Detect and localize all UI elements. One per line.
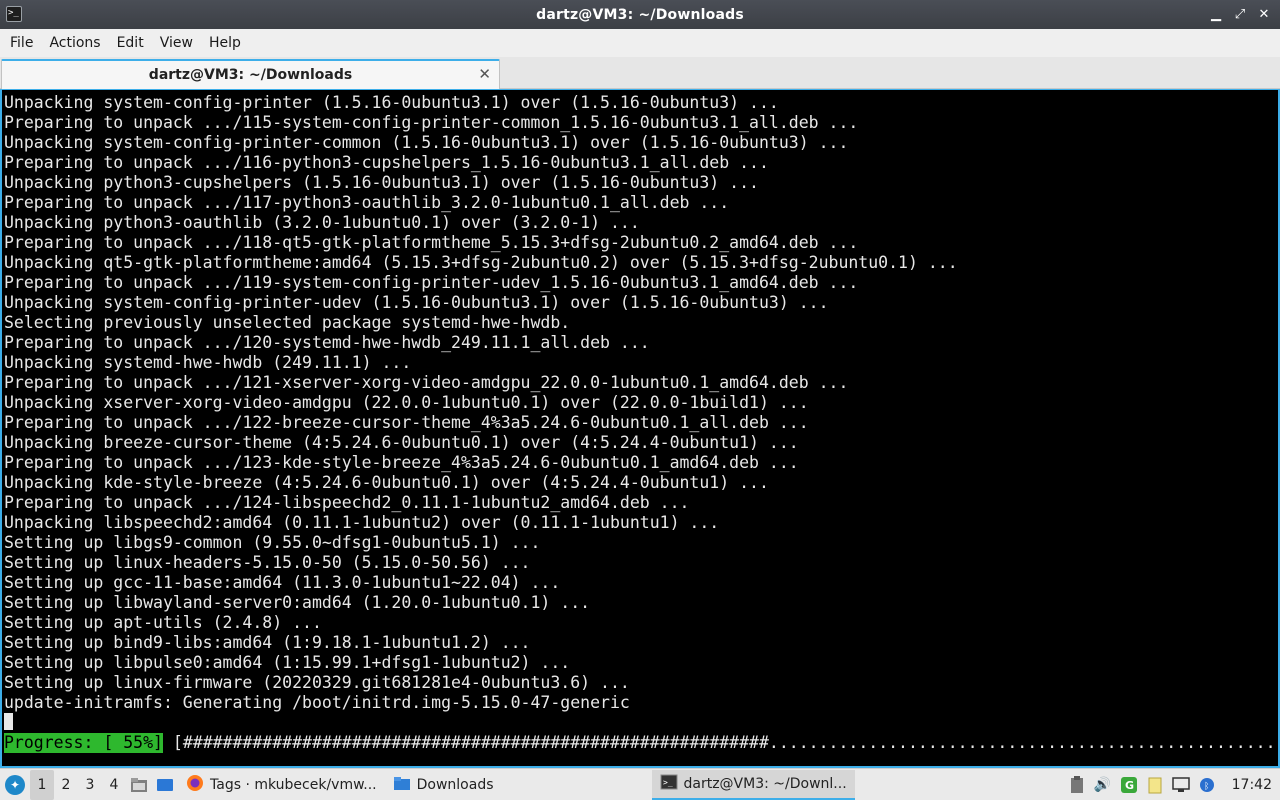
menu-edit[interactable]: Edit: [109, 35, 152, 51]
terminal-line: Setting up bind9-libs:amd64 (1:9.18.1-1u…: [4, 633, 531, 652]
svg-text:>_: >_: [663, 778, 673, 787]
terminal-line: Unpacking systemd-hwe-hwdb (249.11.1) ..…: [4, 353, 412, 372]
terminal-line: Setting up gcc-11-base:amd64 (11.3.0-1ub…: [4, 573, 561, 592]
terminal-line: Preparing to unpack .../122-breeze-curso…: [4, 413, 809, 432]
system-tray: 🔊 G ᛒ 17:42: [1066, 769, 1280, 800]
close-button[interactable]: ✕: [1254, 4, 1274, 24]
progress-label: Progress: [ 55%]: [4, 733, 163, 753]
terminal-line: Setting up libwayland-server0:amd64 (1.2…: [4, 593, 591, 612]
taskbar: ✦ 1 2 3 4 Tags · mkubecek/vmw... Downloa…: [0, 768, 1280, 800]
terminal-line: Preparing to unpack .../115-system-confi…: [4, 113, 859, 132]
progress-bar: [#######################################…: [162, 733, 1280, 752]
terminal-line: Preparing to unpack .../120-systemd-hwe-…: [4, 333, 650, 352]
terminal-line: Unpacking python3-oauthlib (3.2.0-1ubunt…: [4, 213, 640, 232]
tab-terminal[interactable]: dartz@VM3: ~/Downloads ✕: [1, 59, 500, 89]
terminal-line: update-initramfs: Generating /boot/initr…: [4, 693, 630, 712]
terminal-line: Preparing to unpack .../123-kde-style-br…: [4, 453, 799, 472]
window-titlebar: >_ dartz@VM3: ~/Downloads ▁ ⤢ ✕: [0, 0, 1280, 29]
menu-view[interactable]: View: [152, 35, 201, 51]
terminal-line: Setting up libpulse0:amd64 (1:15.99.1+df…: [4, 653, 571, 672]
task-firefox[interactable]: Tags · mkubecek/vmw...: [178, 770, 385, 800]
menu-actions[interactable]: Actions: [41, 35, 108, 51]
terminal-output[interactable]: Unpacking system-config-printer (1.5.16-…: [0, 89, 1280, 768]
terminal-line: Unpacking qt5-gtk-platformtheme:amd64 (5…: [4, 253, 958, 272]
clipboard-icon[interactable]: [1066, 774, 1088, 796]
folder-icon: [393, 775, 411, 795]
tab-bar: dartz@VM3: ~/Downloads ✕: [0, 57, 1280, 89]
network-icon[interactable]: [1170, 774, 1192, 796]
svg-text:G: G: [1125, 779, 1134, 792]
task-label: Tags · mkubecek/vmw...: [210, 776, 377, 793]
terminal-line: Preparing to unpack .../121-xserver-xorg…: [4, 373, 849, 392]
terminal-line: Unpacking python3-cupshelpers (1.5.16-0u…: [4, 173, 759, 192]
file-manager-icon[interactable]: [126, 770, 152, 800]
svg-text:ᛒ: ᛒ: [1204, 781, 1209, 792]
terminal-icon: >_: [660, 774, 678, 794]
desktop-4[interactable]: 4: [102, 770, 126, 800]
terminal-line: Unpacking system-config-printer-udev (1.…: [4, 293, 829, 312]
start-menu-icon[interactable]: ✦: [0, 770, 30, 800]
terminal-cursor: [4, 713, 13, 730]
maximize-button[interactable]: ⤢: [1230, 4, 1250, 24]
terminal-line: Preparing to unpack .../118-qt5-gtk-plat…: [4, 233, 859, 252]
terminal-line: Preparing to unpack .../117-python3-oaut…: [4, 193, 730, 212]
desktop-1[interactable]: 1: [30, 769, 54, 800]
window-title: dartz@VM3: ~/Downloads: [536, 6, 744, 23]
desktop-3[interactable]: 3: [78, 770, 102, 800]
task-label: Downloads: [416, 776, 494, 793]
firefox-icon: [186, 774, 204, 796]
minimize-button[interactable]: ▁: [1206, 4, 1226, 24]
terminal-lines: Unpacking system-config-printer (1.5.16-…: [4, 93, 958, 713]
update-icon[interactable]: G: [1118, 774, 1140, 796]
desktop-2[interactable]: 2: [54, 770, 78, 800]
task-label: dartz@VM3: ~/Downl...: [683, 775, 847, 792]
tab-close-icon[interactable]: ✕: [478, 65, 491, 83]
menu-file[interactable]: File: [2, 35, 41, 51]
notes-icon[interactable]: [1144, 774, 1166, 796]
show-desktop-icon[interactable]: [152, 770, 178, 800]
terminal-line: Preparing to unpack .../116-python3-cups…: [4, 153, 769, 172]
clock: 17:42: [1231, 777, 1272, 793]
terminal-line: Preparing to unpack .../124-libspeechd2_…: [4, 493, 690, 512]
terminal-app-icon: >_: [6, 6, 22, 22]
terminal-line: Unpacking kde-style-breeze (4:5.24.6-0ub…: [4, 473, 769, 492]
terminal-line: Preparing to unpack .../119-system-confi…: [4, 273, 859, 292]
progress-row: Progress: [ 55%] [######################…: [4, 733, 1280, 753]
terminal-line: Setting up linux-headers-5.15.0-50 (5.15…: [4, 553, 531, 572]
terminal-line: Unpacking system-config-printer-common (…: [4, 133, 849, 152]
terminal-line: Unpacking system-config-printer (1.5.16-…: [4, 93, 779, 112]
task-terminal[interactable]: >_ dartz@VM3: ~/Downl...: [651, 769, 855, 800]
bluetooth-icon[interactable]: ᛒ: [1196, 774, 1218, 796]
terminal-line: Unpacking breeze-cursor-theme (4:5.24.6-…: [4, 433, 799, 452]
terminal-line: Setting up apt-utils (2.4.8) ...: [4, 613, 322, 632]
terminal-line: Unpacking libspeechd2:amd64 (0.11.1-1ubu…: [4, 513, 720, 532]
menu-help[interactable]: Help: [201, 35, 249, 51]
terminal-line: Setting up libgs9-common (9.55.0~dfsg1-0…: [4, 533, 541, 552]
menubar: File Actions Edit View Help: [0, 29, 1280, 57]
tab-label: dartz@VM3: ~/Downloads: [148, 67, 353, 83]
volume-icon[interactable]: 🔊: [1092, 774, 1114, 796]
terminal-line: Unpacking xserver-xorg-video-amdgpu (22.…: [4, 393, 809, 412]
terminal-line: Selecting previously unselected package …: [4, 313, 571, 332]
terminal-line: Setting up linux-firmware (20220329.git6…: [4, 673, 630, 692]
task-downloads[interactable]: Downloads: [385, 770, 502, 800]
